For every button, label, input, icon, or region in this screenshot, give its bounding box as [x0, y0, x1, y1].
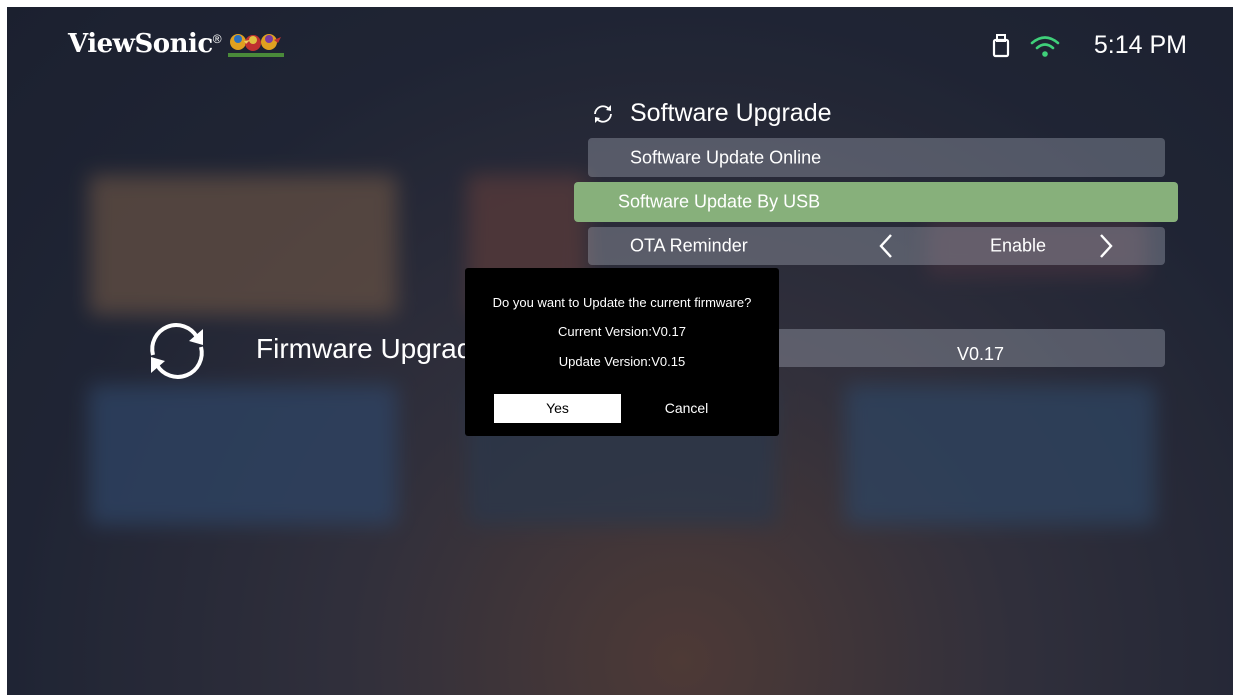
chevron-left-icon[interactable] [878, 233, 894, 259]
birds-logo-icon [227, 34, 284, 57]
clock: 5:14 PM [1093, 31, 1187, 59]
refresh-icon [594, 104, 612, 123]
version-value: V0.17 [957, 344, 1005, 364]
menu-item-label: Software Update Online [630, 147, 822, 167]
software-upgrade-title: Software Upgrade [630, 99, 832, 127]
projector-screen: ViewSonic ® 5:14 PM Firmware Upgrade Sof… [7, 7, 1233, 695]
ota-reminder-item[interactable]: OTA Reminder Enable [588, 227, 1165, 265]
current-version-text: Current Version:V0.17 [558, 324, 686, 339]
viewsonic-logo: ViewSonic ® [68, 29, 284, 59]
sync-icon [150, 323, 204, 379]
software-update-online-item[interactable]: Software Update Online [588, 138, 1165, 177]
dialog-question: Do you want to Update the current firmwa… [492, 295, 752, 310]
status-bar: 5:14 PM [992, 31, 1187, 60]
wifi-icon [1030, 35, 1060, 57]
menu-item-label: Software Update By USB [618, 191, 821, 212]
ota-reminder-value: Enable [989, 235, 1047, 256]
software-update-by-usb-item[interactable]: Software Update By USB [574, 182, 1178, 222]
menu-item-label: OTA Reminder [630, 235, 748, 256]
software-upgrade-header: Software Upgrade [592, 99, 832, 128]
update-confirmation-dialog: Do you want to Update the current firmwa… [465, 268, 779, 436]
usb-icon [992, 33, 1009, 57]
brand-name: ViewSonic [68, 29, 213, 59]
yes-button[interactable]: Yes [494, 394, 621, 423]
cancel-button[interactable]: Cancel [623, 394, 750, 423]
firmware-upgrade-title: Firmware Upgrade [256, 333, 488, 364]
update-version-text: Update Version:V0.15 [558, 354, 686, 369]
registered-mark: ® [212, 32, 222, 46]
chevron-right-icon[interactable] [1098, 233, 1114, 259]
